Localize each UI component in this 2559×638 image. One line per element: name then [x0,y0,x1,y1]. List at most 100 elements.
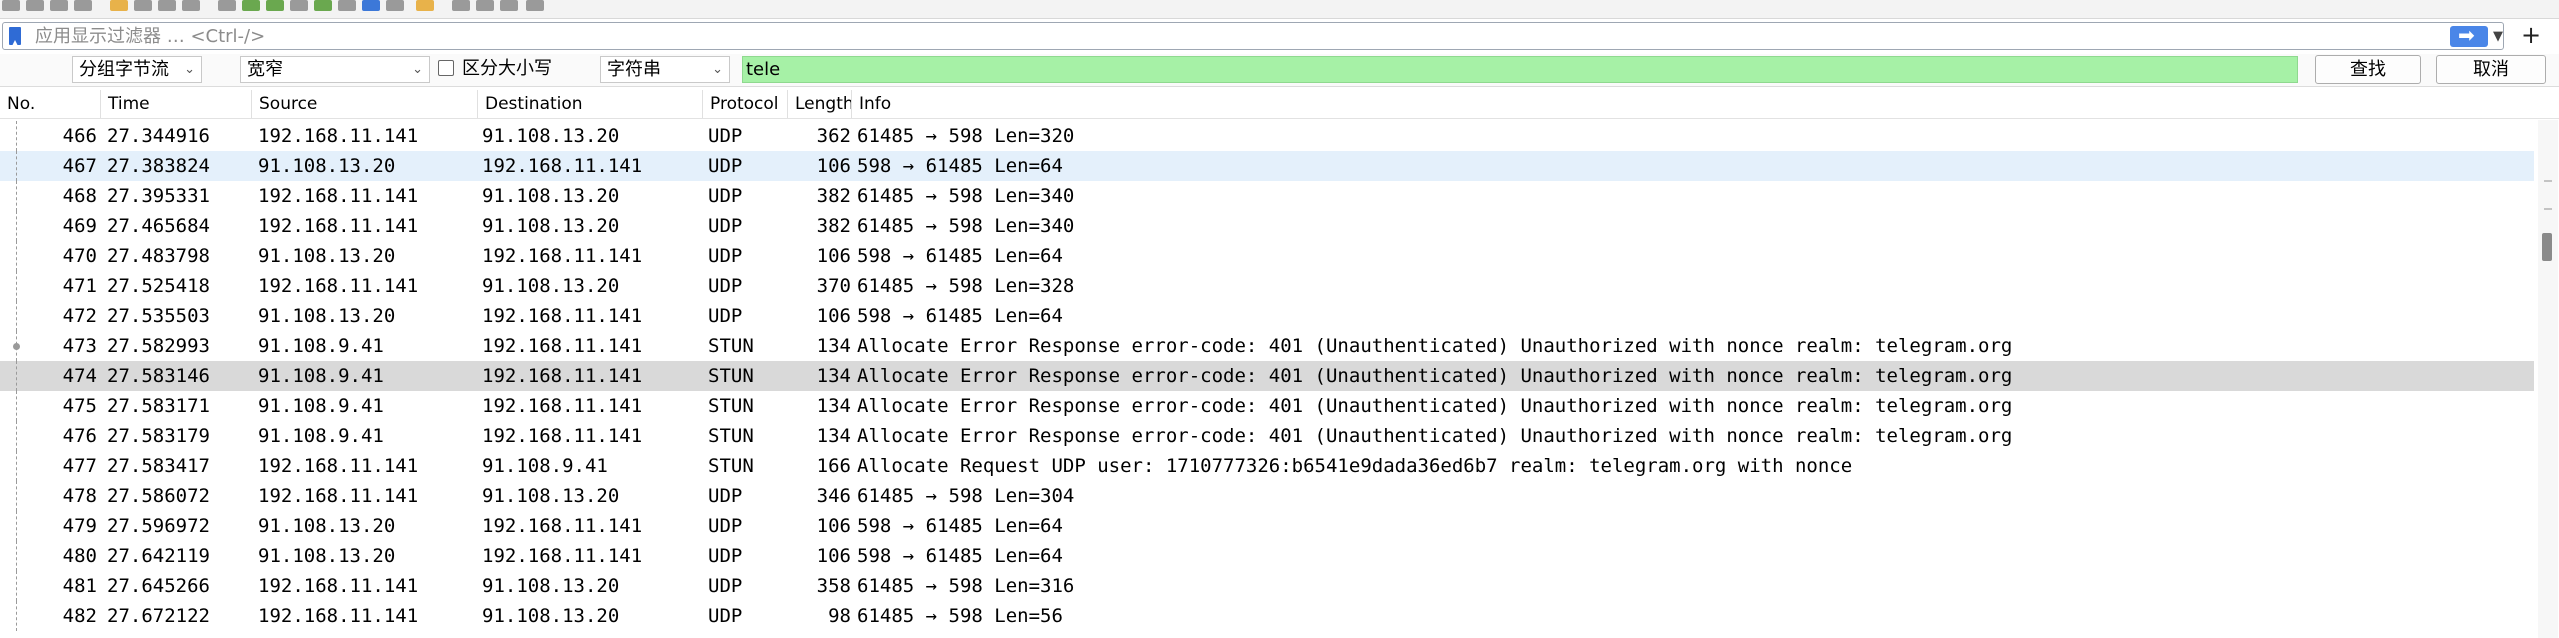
cell-protocol: UDP [708,125,743,147]
cell-length: 382 [816,185,851,207]
case-sensitive-checkbox[interactable] [438,60,454,76]
cell-destination: 192.168.11.141 [482,245,643,267]
cell-source: 91.108.13.20 [258,245,396,267]
cell-no: 477 [62,455,97,477]
bookmark-icon[interactable] [9,27,21,46]
cell-destination: 91.108.13.20 [482,275,620,297]
cell-destination: 192.168.11.141 [482,155,643,177]
search-scope-select[interactable]: 分组字节流 ⌄ [72,56,202,83]
document-icon[interactable] [134,0,152,11]
cell-protocol: STUN [708,455,754,477]
cancel-button[interactable]: 取消 [2436,55,2546,84]
colorize-rules-icon[interactable] [416,0,434,11]
vertical-scrollbar[interactable] [2538,120,2558,638]
cell-protocol: UDP [708,485,743,507]
zoom-reset-icon[interactable] [500,0,518,11]
table-row[interactable]: 479 27.596972 91.108.13.20 192.168.11.141 UD… [0,511,2534,541]
table-row[interactable]: 482 27.672122 192.168.11.141 91.108.13.20 UD… [0,601,2534,631]
cell-source: 192.168.11.141 [258,485,419,507]
resize-columns-icon[interactable] [526,0,544,11]
cell-source: 91.108.9.41 [258,335,384,357]
column-header-source[interactable]: Source [252,90,478,118]
cell-no: 472 [62,305,97,327]
table-row[interactable]: 469 27.465684 192.168.11.141 91.108.13.20 UD… [0,211,2534,241]
column-header-length[interactable]: Length [788,90,852,118]
cell-destination: 91.108.13.20 [482,575,620,597]
search-type-select[interactable]: 字符串 ⌄ [600,56,730,83]
close-capture-icon[interactable] [158,0,176,11]
cell-no: 467 [62,155,97,177]
display-filter-input[interactable] [35,26,2435,46]
first-packet-icon[interactable] [314,0,332,11]
cell-time: 27.596972 [107,515,210,537]
cell-time: 27.525418 [107,275,210,297]
zoom-in-icon[interactable] [452,0,470,11]
table-row[interactable]: 476 27.583179 91.108.9.41 192.168.11.141 STU… [0,421,2534,451]
cell-no: 470 [62,245,97,267]
folder-icon[interactable] [110,0,128,11]
column-header-protocol[interactable]: Protocol [703,90,788,118]
cell-no: 476 [62,425,97,447]
column-header-destination[interactable]: Destination [478,90,703,118]
cell-length: 134 [816,395,851,417]
colorize-icon[interactable] [386,0,404,11]
table-row[interactable]: 473 27.582993 91.108.9.41 192.168.11.141 STU… [0,331,2534,361]
last-packet-icon[interactable] [338,0,356,11]
add-filter-button[interactable]: + [2521,20,2541,50]
cell-time: 27.582993 [107,335,210,357]
close-file-icon[interactable] [50,0,68,11]
cell-destination: 91.108.13.20 [482,215,620,237]
character-width-select[interactable]: 宽窄 ⌄ [240,56,430,83]
case-sensitive-label: 区分大小写 [462,58,552,79]
cell-protocol: UDP [708,545,743,567]
chevron-down-icon: ⌄ [412,62,423,77]
go-forward-icon[interactable] [266,0,284,11]
table-row[interactable]: 472 27.535503 91.108.13.20 192.168.11.141 UD… [0,301,2534,331]
cell-source: 91.108.13.20 [258,305,396,327]
column-header-info[interactable]: Info [852,90,2538,118]
table-row[interactable]: 481 27.645266 192.168.11.141 91.108.13.20 UD… [0,571,2534,601]
cell-destination: 192.168.11.141 [482,365,643,387]
scrollbar-thumb[interactable] [2542,233,2552,261]
cell-no: 466 [62,125,97,147]
chevron-down-icon[interactable]: ▼ [2493,29,2503,44]
table-row[interactable]: 478 27.586072 192.168.11.141 91.108.13.20 UD… [0,481,2534,511]
table-row[interactable]: 468 27.395331 192.168.11.141 91.108.13.20 UD… [0,181,2534,211]
go-to-packet-icon[interactable] [290,0,308,11]
open-file-icon[interactable] [2,0,20,11]
table-row[interactable]: 474 27.583146 91.108.9.41 192.168.11.141 STU… [0,361,2534,391]
reload-icon[interactable] [74,0,92,11]
table-row[interactable]: 480 27.642119 91.108.13.20 192.168.11.141 UD… [0,541,2534,571]
table-row[interactable]: 477 27.583417 192.168.11.141 91.108.9.41 STU… [0,451,2534,481]
zoom-out-icon[interactable] [476,0,494,11]
cell-no: 469 [62,215,97,237]
cell-destination: 192.168.11.141 [482,305,643,327]
autoscroll-icon[interactable] [362,0,380,11]
table-row[interactable]: 471 27.525418 192.168.11.141 91.108.13.20 UD… [0,271,2534,301]
cell-no: 478 [62,485,97,507]
cell-time: 27.583146 [107,365,210,387]
table-row[interactable]: 470 27.483798 91.108.13.20 192.168.11.141 UD… [0,241,2534,271]
cell-destination: 91.108.9.41 [482,455,608,477]
cell-info: 598 → 61485 Len=64 [857,545,1063,567]
save-file-icon[interactable] [26,0,44,11]
find-packet-bar: 分组字节流 ⌄ 宽窄 ⌄ 区分大小写 字符串 ⌄ 查找 取消 [0,54,2559,87]
find-button[interactable]: 查找 [2315,55,2421,84]
go-back-icon[interactable] [242,0,260,11]
cell-destination: 192.168.11.141 [482,545,643,567]
reload-capture-icon[interactable] [182,0,200,11]
column-header-time[interactable]: Time [101,90,252,118]
table-row[interactable]: 466 27.344916 192.168.11.141 91.108.13.20 UD… [0,121,2534,151]
cell-no: 479 [62,515,97,537]
cell-info: 61485 → 598 Len=328 [857,275,1075,297]
cell-info: 61485 → 598 Len=316 [857,575,1075,597]
cell-destination: 192.168.11.141 [482,425,643,447]
table-row[interactable]: 475 27.583171 91.108.9.41 192.168.11.141 STU… [0,391,2534,421]
search-input[interactable] [742,56,2298,83]
find-packet-icon[interactable] [218,0,236,11]
cell-length: 98 [828,605,851,627]
cell-length: 106 [816,245,851,267]
column-header-no[interactable]: No. [0,90,101,118]
table-row[interactable]: 467 27.383824 91.108.13.20 192.168.11.141 UD… [0,151,2534,181]
apply-filter-button[interactable] [2450,23,2488,47]
